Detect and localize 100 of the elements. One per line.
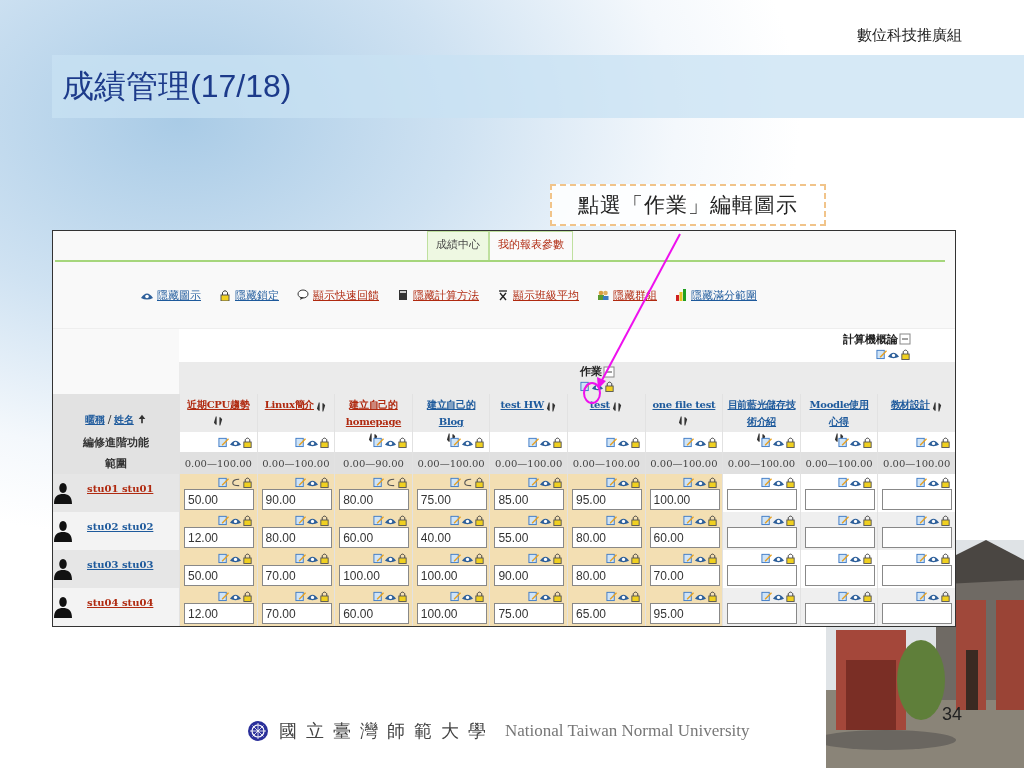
grade-field[interactable]: 50.00: [184, 489, 254, 510]
grade-field[interactable]: [804, 565, 875, 586]
student-name[interactable]: stu02 stu02: [87, 520, 154, 532]
grade-field[interactable]: 60.00: [339, 603, 410, 624]
lock-icon: [552, 552, 563, 564]
grade-field[interactable]: 12.00: [184, 527, 254, 548]
range-text: 0.00—100.00: [495, 457, 563, 469]
category-name: 計算機概論: [843, 331, 911, 347]
grade-field[interactable]: [727, 565, 798, 586]
edit-icon: [528, 590, 539, 602]
grade-field[interactable]: [727, 489, 798, 510]
toolbar-link[interactable]: 隱藏滿分範圍: [675, 287, 757, 303]
toolbar-link[interactable]: 顯示班級平均: [497, 287, 579, 303]
edit-icon: [605, 476, 617, 488]
grade-field[interactable]: 100.00: [649, 489, 720, 510]
column-header[interactable]: 暱稱: [85, 410, 105, 428]
grade-field[interactable]: 100.00: [339, 565, 410, 586]
page-number: 34: [942, 704, 963, 725]
tab[interactable]: 成績中心: [427, 231, 489, 260]
grade-field[interactable]: 80.00: [261, 527, 332, 548]
column-header[interactable]: one file test: [652, 396, 716, 413]
grade-field[interactable]: 60.00: [649, 527, 720, 548]
edit-icon: [916, 514, 927, 526]
lock-icon: [603, 380, 615, 392]
column-header[interactable]: 目前藍光儲存技術介紹: [727, 396, 796, 430]
lock-icon: [319, 514, 331, 526]
column-header[interactable]: Moodle使用心得: [804, 396, 874, 430]
column-header[interactable]: test: [589, 396, 610, 413]
column-header[interactable]: 建立自己的Blog: [416, 396, 486, 430]
grade-field[interactable]: 80.00: [339, 489, 410, 510]
grade-field[interactable]: 65.00: [572, 603, 642, 624]
grade-field[interactable]: 50.00: [184, 565, 254, 586]
row-label: 範圍: [105, 455, 127, 471]
edit-icon: [372, 552, 384, 564]
grade-field[interactable]: [882, 489, 953, 510]
grade-field[interactable]: 95.00: [649, 603, 720, 624]
grade-field[interactable]: 90.00: [494, 565, 565, 586]
lock-icon: [900, 347, 911, 360]
range-text: 0.00—100.00: [184, 457, 252, 469]
grade-field[interactable]: 70.00: [261, 565, 332, 586]
toolbar-link[interactable]: 隱藏鎖定: [219, 287, 279, 303]
student-name[interactable]: stu04 stu04: [87, 596, 154, 608]
grade-field[interactable]: [804, 489, 875, 510]
student-name[interactable]: stu03 stu03: [87, 558, 154, 570]
grade-field[interactable]: 55.00: [494, 527, 565, 548]
grade-field[interactable]: 60.00: [339, 527, 410, 548]
grade-field[interactable]: 80.00: [572, 565, 642, 586]
tab[interactable]: 我的報表參數: [489, 231, 573, 260]
toolbar-link[interactable]: 隱藏計算方法: [397, 287, 479, 303]
grade-field[interactable]: 12.00: [184, 603, 254, 624]
logo-icon: [247, 720, 269, 742]
edit-icon: [295, 436, 307, 448]
grade-field[interactable]: 90.00: [261, 489, 332, 510]
lock-icon: [784, 590, 796, 602]
grade-field[interactable]: 70.00: [261, 603, 332, 624]
grade-field[interactable]: 70.00: [649, 565, 720, 586]
grade-field[interactable]: [727, 527, 798, 548]
toolbar-link[interactable]: 隱藏圖示: [141, 287, 201, 303]
column-header[interactable]: Linux簡介: [264, 396, 314, 413]
grade-field[interactable]: 85.00: [494, 489, 565, 510]
edit-icon: [605, 590, 617, 602]
lock-icon: [319, 552, 331, 564]
speech-bubble-icon: [297, 289, 309, 301]
grade-field[interactable]: [727, 603, 798, 624]
lock-icon: [474, 436, 486, 448]
lock-icon: [940, 436, 951, 448]
edit-icon: [295, 514, 307, 526]
edit-icon: [372, 590, 384, 602]
lock-icon: [940, 476, 951, 488]
edit-icon: [528, 436, 539, 448]
toolbar-link[interactable]: 顯示快速回饋: [297, 287, 379, 303]
grade-field[interactable]: 95.00: [572, 489, 642, 510]
grade-field[interactable]: 75.00: [494, 603, 565, 624]
lock-icon: [241, 476, 253, 488]
edit-icon: [916, 436, 927, 448]
edit-icon: [217, 476, 229, 488]
grade-field[interactable]: 100.00: [416, 565, 487, 586]
edit-icon: [683, 552, 695, 564]
grade-field[interactable]: 100.00: [416, 603, 487, 624]
column-header[interactable]: 姓名: [114, 410, 134, 428]
column-header[interactable]: 教材設計: [890, 396, 930, 413]
closed-eye-icon: [229, 476, 241, 488]
grade-field[interactable]: [882, 603, 953, 624]
grade-field[interactable]: [882, 565, 953, 586]
lock-icon: [784, 552, 796, 564]
student-name[interactable]: stu01 stu01: [87, 482, 154, 494]
lock-icon: [241, 590, 253, 602]
grade-field[interactable]: 40.00: [416, 527, 487, 548]
grade-field[interactable]: [804, 603, 875, 624]
grade-field[interactable]: 80.00: [572, 527, 642, 548]
grade-field[interactable]: 75.00: [416, 489, 487, 510]
column-header[interactable]: test HW: [500, 396, 544, 413]
column-header[interactable]: 近期CPU趨勢: [187, 396, 250, 413]
collapse-icon: [602, 365, 615, 378]
grade-field[interactable]: [882, 527, 953, 548]
grade-field[interactable]: [804, 527, 875, 548]
edit-icon: [760, 552, 772, 564]
column-header[interactable]: 建立自己的homepage: [339, 396, 408, 430]
lock-icon: [862, 552, 874, 564]
slide-title: 成績管理(17/18): [62, 66, 292, 106]
